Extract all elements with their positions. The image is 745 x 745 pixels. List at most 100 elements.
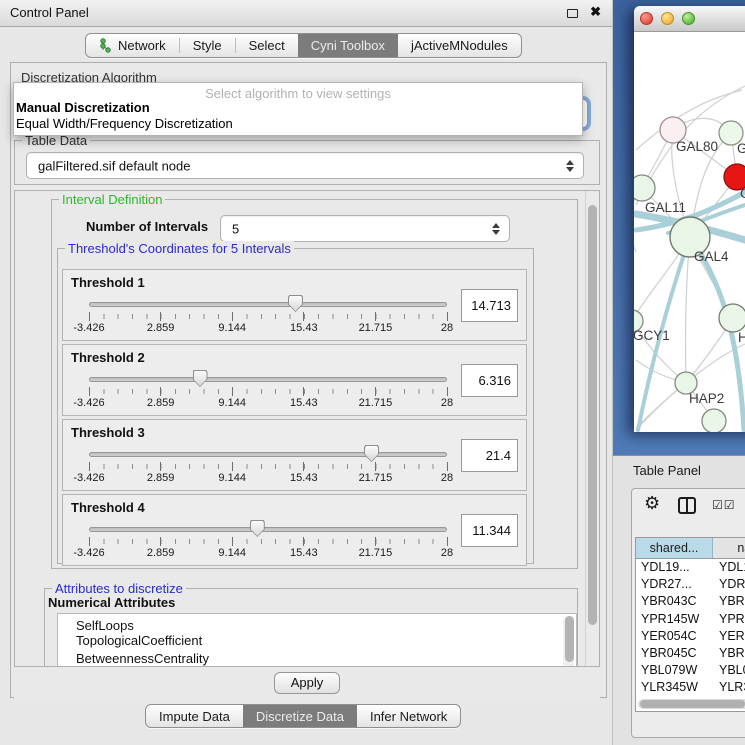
interval-definition-group: Interval Definition Number of Intervals …: [51, 199, 578, 569]
tab-discretize-data[interactable]: Discretize Data: [243, 705, 357, 727]
node-gal11[interactable]: [634, 175, 655, 201]
threshold-2-slider-track[interactable]: [89, 377, 447, 382]
table-horizontal-scrollbar[interactable]: [638, 699, 745, 709]
number-of-intervals-combo[interactable]: 5: [220, 215, 510, 242]
close-icon[interactable]: ✖: [590, 4, 601, 20]
algorithm-dropdown-popup: Select algorithm to view settings Manual…: [13, 82, 583, 136]
cell-shared: YBR045C: [636, 645, 713, 662]
column-header-name[interactable]: name: [713, 538, 745, 558]
table-row[interactable]: YDL19...YDL1: [636, 559, 745, 576]
table-row[interactable]: YBL079WYBL0: [636, 662, 745, 679]
tick-label: 21.715: [359, 547, 393, 559]
table-data-combo[interactable]: galFiltered.sif default node: [26, 152, 584, 179]
threshold-2-panel: Threshold 2 -3.426 2.859 9.144 15.43 21.…: [62, 344, 527, 416]
thresholds-group-label: Threshold's Coordinates for 5 Intervals: [65, 241, 294, 256]
number-of-intervals-value: 5: [232, 221, 239, 236]
tab-infer-network[interactable]: Infer Network: [357, 705, 460, 727]
threshold-1-value-field[interactable]: [461, 289, 518, 322]
tick-label: 9.144: [218, 472, 246, 484]
node-partial-h[interactable]: [719, 304, 745, 332]
combo-spinner-icon: [566, 160, 574, 172]
table-row[interactable]: YBR045CYBR0: [636, 645, 745, 662]
slider-ticks: [89, 314, 448, 319]
float-window-icon[interactable]: [567, 9, 578, 18]
tab-impute-data[interactable]: Impute Data: [146, 705, 243, 727]
threshold-2-value-field[interactable]: [461, 364, 518, 397]
control-panel: Control Panel ✖ Network Style Select Cyn…: [0, 0, 612, 745]
threshold-4-slider-track[interactable]: [89, 527, 447, 532]
tab-network[interactable]: Network: [86, 34, 179, 57]
tick-label: 28: [441, 397, 453, 409]
threshold-2-slider-thumb[interactable]: [193, 370, 208, 387]
tab-jactive-label: jActiveMNodules: [411, 38, 508, 53]
slider-tick-labels: -3.426 2.859 9.144 15.43 21.715 28: [89, 547, 447, 560]
threshold-4-value-field[interactable]: [461, 514, 518, 547]
list-scrollbar[interactable]: [563, 616, 574, 667]
tick-label: -3.426: [73, 472, 104, 484]
tick-label: 15.43: [290, 322, 318, 334]
table-row[interactable]: YPR145WYPR1: [636, 611, 745, 628]
table-row[interactable]: YER054CYER0: [636, 628, 745, 645]
cell-name: YPR1: [713, 611, 745, 628]
table-row[interactable]: YLR345WYLR3: [636, 679, 745, 696]
table-row[interactable]: YBR043CYBR0: [636, 593, 745, 610]
cell-name: YDR2: [713, 576, 745, 593]
table-data-selected: galFiltered.sif default node: [38, 158, 190, 173]
control-panel-titlebar: Control Panel ✖: [0, 0, 612, 27]
threshold-3-value-field[interactable]: [461, 439, 518, 472]
cell-shared: YDR27...: [636, 576, 713, 593]
network-window-titlebar: [634, 6, 745, 32]
node-label-partial-c: C: [740, 186, 745, 201]
table-row[interactable]: YDR27...YDR2: [636, 576, 745, 593]
column-checkbox-icons[interactable]: ☑☑: [712, 498, 736, 512]
apply-button[interactable]: Apply: [274, 672, 340, 694]
zoom-button[interactable]: [682, 12, 695, 25]
tab-network-label: Network: [118, 38, 166, 53]
cell-shared: YIL052C: [636, 697, 713, 699]
minimize-button[interactable]: [661, 12, 674, 25]
tab-cyni-label: Cyni Toolbox: [311, 38, 385, 53]
column-header-shared-name[interactable]: shared...: [636, 538, 713, 558]
node-label-hap2: HAP2: [689, 391, 724, 406]
tick-label: 2.859: [147, 547, 175, 559]
close-button[interactable]: [640, 12, 653, 25]
tick-label: -3.426: [73, 322, 104, 334]
table-row[interactable]: YIL052CYIL0: [636, 697, 745, 699]
cell-name: YBR0: [713, 645, 745, 662]
tab-style[interactable]: Style: [180, 34, 235, 57]
tab-select[interactable]: Select: [236, 34, 298, 57]
list-item[interactable]: BetweennessCentrality: [58, 650, 576, 667]
settings-scroll-panel: Interval Definition Number of Intervals …: [14, 190, 600, 667]
tab-select-label: Select: [249, 38, 285, 53]
network-canvas[interactable]: GAL80 G C GAL11 GAL4 GCY1 H HAP2: [634, 32, 745, 432]
threshold-3-slider-thumb[interactable]: [364, 445, 379, 462]
apply-row: Apply: [14, 668, 600, 698]
tick-label: 9.144: [218, 547, 246, 559]
slider-tick-labels: -3.426 2.859 9.144 15.43 21.715 28: [89, 397, 447, 410]
node-partial-bottom[interactable]: [702, 409, 726, 432]
interval-definition-label: Interval Definition: [59, 192, 165, 207]
split-pane-icon[interactable]: [678, 497, 696, 514]
dropdown-option-manual[interactable]: Manual Discretization: [14, 100, 582, 116]
tab-cyni-toolbox[interactable]: Cyni Toolbox: [298, 34, 398, 57]
cell-name: YDL1: [713, 559, 745, 576]
threshold-4-slider-thumb[interactable]: [250, 520, 265, 537]
list-item[interactable]: TopologicalCoefficient: [58, 632, 576, 650]
node-table: shared... name YDL19...YDL1 YDR27...YDR2…: [635, 537, 745, 712]
threshold-1-label: Threshold 1: [71, 275, 145, 290]
network-graph: GAL80 G C GAL11 GAL4 GCY1 H HAP2: [634, 32, 745, 432]
threshold-1-slider-thumb[interactable]: [288, 295, 303, 312]
dropdown-option-equal-width[interactable]: Equal Width/Frequency Discretization: [14, 116, 582, 132]
cell-name: YLR3: [713, 679, 745, 696]
attributes-group-label: Attributes to discretize: [52, 581, 186, 596]
gear-icon[interactable]: ⚙: [644, 493, 660, 514]
node-label-partial-h: H: [738, 330, 745, 345]
list-item[interactable]: SelfLoops: [58, 614, 576, 632]
threshold-1-slider-track[interactable]: [89, 302, 447, 307]
cyni-content: Discretization Algorithm Select algorith…: [10, 62, 607, 698]
cell-name: YER0: [713, 628, 745, 645]
settings-scrollbar[interactable]: [585, 191, 599, 666]
threshold-3-slider-track[interactable]: [89, 452, 447, 457]
control-panel-tabs: Network Style Select Cyni Toolbox jActiv…: [85, 33, 522, 58]
tab-jactivemnodules[interactable]: jActiveMNodules: [398, 34, 521, 57]
